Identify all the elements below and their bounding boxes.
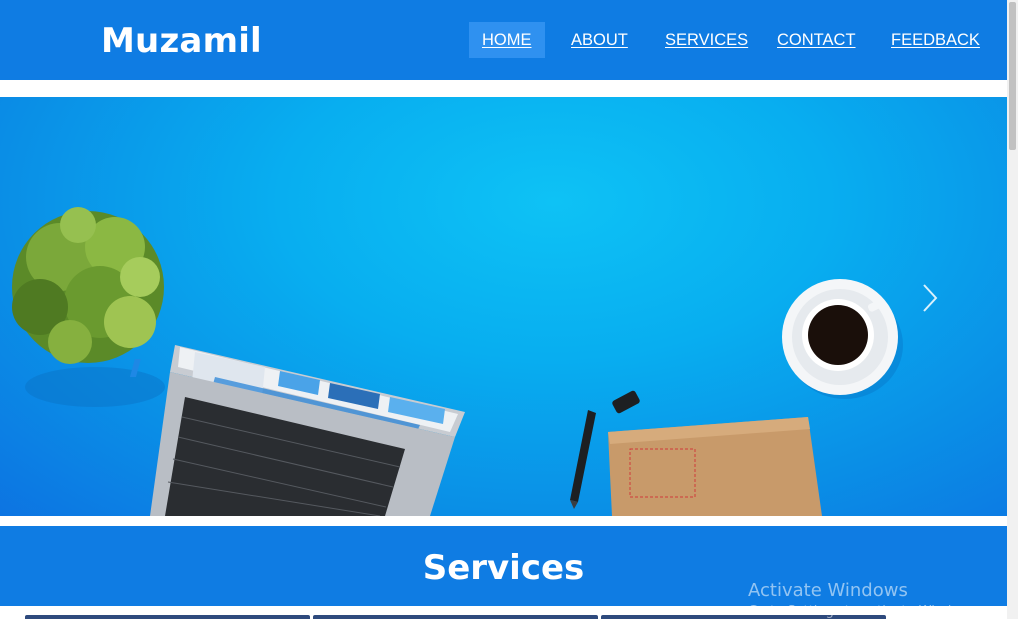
coffee-cup-illustration (782, 279, 903, 399)
hero-slider (0, 97, 1007, 516)
plant-illustration (12, 207, 164, 364)
hero-image (12, 207, 903, 516)
main-nav: HOME ABOUT SERVICES CONTACT FEEDBACK (0, 22, 1007, 58)
watermark-subtitle: Go to Settings to activate Windows. (748, 604, 981, 619)
chevron-right-icon[interactable] (920, 283, 940, 313)
laptop-illustration (129, 345, 465, 516)
watermark-title: Activate Windows (748, 580, 908, 601)
nav-contact[interactable]: CONTACT (777, 22, 856, 58)
service-card[interactable] (25, 615, 310, 619)
nav-services[interactable]: SERVICES (665, 22, 748, 58)
site-header: Muzamil HOME ABOUT SERVICES CONTACT FEED… (0, 0, 1007, 80)
nav-feedback[interactable]: FEEDBACK (891, 22, 980, 58)
nav-about[interactable]: ABOUT (571, 22, 628, 58)
box-illustration (608, 417, 822, 516)
scrollbar[interactable] (1007, 0, 1018, 619)
page: Muzamil HOME ABOUT SERVICES CONTACT FEED… (0, 0, 1007, 619)
nav-home[interactable]: HOME (469, 22, 545, 58)
activate-windows-watermark: Activate Windows Go to Settings to activ… (748, 580, 981, 622)
scrollbar-thumb[interactable] (1009, 2, 1016, 150)
service-card[interactable] (313, 615, 598, 619)
